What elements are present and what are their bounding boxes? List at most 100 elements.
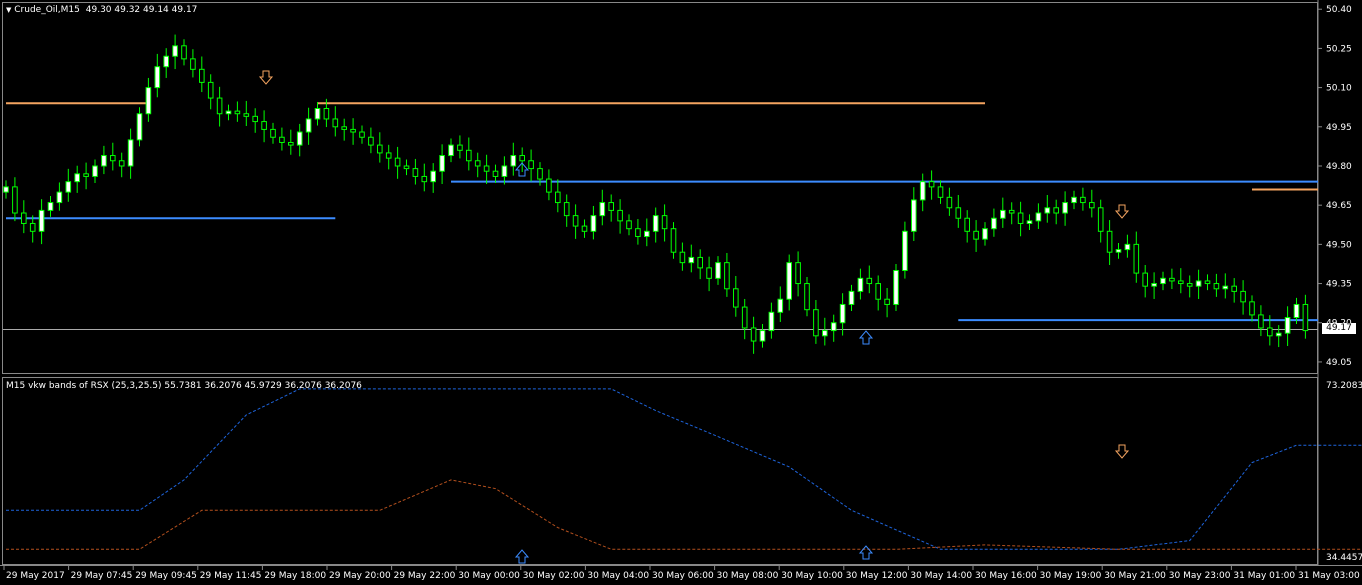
sell-arrow-icon [258, 70, 274, 85]
bull-candle [644, 230, 650, 238]
bear-candle [1249, 301, 1255, 316]
bull-candle [101, 155, 107, 167]
bear-candle [492, 170, 499, 177]
bear-candle [412, 168, 419, 177]
bear-candle [795, 262, 801, 285]
bull-candle [163, 55, 169, 68]
time-tick-label: 29 May 07:45 [71, 571, 133, 581]
indicator-label: M15 vkw bands of RSX (25,3,25.5) 55.7381… [6, 381, 362, 391]
bull-candle [1284, 317, 1291, 334]
bear-candle [670, 228, 677, 253]
bear-candle [866, 277, 873, 285]
bear-candle [403, 165, 410, 170]
symbol-label: Crude_Oil,M15 [14, 5, 80, 15]
price-tick-label: 49.95 [1326, 123, 1352, 133]
bear-candle [368, 136, 374, 146]
candlestick-series [3, 34, 1309, 354]
bear-candle [29, 222, 36, 232]
bear-candle [270, 128, 276, 138]
bull-candle [982, 228, 988, 240]
bull-candle [3, 186, 9, 193]
bear-candle [706, 267, 712, 279]
bull-candle [1275, 332, 1282, 337]
bull-candle [688, 256, 695, 264]
symbol-header[interactable]: ▼ Crude_Oil,M15 49.30 49.32 49.14 49.17 [6, 5, 197, 16]
bear-candle [181, 45, 187, 60]
current-price-tag: 49.17 [1322, 323, 1356, 334]
bear-candle [1267, 327, 1273, 337]
main-chart-frame [2, 2, 1318, 374]
bear-candle [466, 149, 472, 162]
bear-candle [813, 309, 819, 337]
time-tick-label: 30 May 23:00 [1169, 571, 1231, 581]
bear-candle [199, 68, 205, 83]
level-lines [6, 102, 1318, 322]
bull-candle [1151, 283, 1157, 287]
bear-candle [394, 157, 401, 167]
bear-candle [626, 220, 632, 230]
bear-candle [608, 202, 615, 211]
bull-candle [38, 209, 45, 232]
bear-candle [928, 181, 935, 188]
upper-band-line [6, 388, 1362, 550]
bull-candle [830, 322, 837, 332]
bull-candle [296, 131, 303, 146]
bear-candle [884, 298, 890, 305]
bear-candle [635, 228, 641, 238]
bull-candle [439, 155, 445, 172]
bear-candle [1097, 207, 1104, 232]
bear-candle [697, 256, 704, 269]
bear-candle [118, 160, 125, 167]
bull-candle [857, 277, 864, 292]
time-tick-label: 30 May 00:00 [458, 571, 520, 581]
bull-candle [1195, 280, 1202, 287]
time-tick-label: 30 May 02:00 [523, 571, 585, 581]
bear-candle [1169, 277, 1175, 282]
bull-candle [501, 165, 508, 177]
buy-arrow-icon [858, 545, 874, 560]
bull-candle [1160, 277, 1166, 285]
time-tick-label: 30 May 06:00 [652, 571, 714, 581]
bull-candle [448, 144, 454, 157]
bear-candle [1302, 303, 1309, 332]
chart-canvas[interactable]: 50.40 50.25 50.10 49.95 49.80 49.65 49.50 49.35… [0, 0, 1362, 585]
bull-candle [652, 215, 659, 232]
bear-candle [563, 202, 570, 217]
bull-candle [839, 303, 846, 324]
collapse-icon[interactable]: ▼ [6, 6, 11, 14]
bull-candle [599, 202, 606, 217]
bear-candle [457, 144, 463, 151]
bear-candle [243, 113, 250, 117]
indicator-axis-top: 73.2083 [1326, 381, 1362, 391]
bear-candle [537, 168, 543, 180]
bear-candle [581, 225, 588, 232]
bull-candle [759, 330, 766, 342]
bear-candle [12, 186, 18, 214]
bull-candle [225, 110, 232, 115]
bull-candle [919, 181, 926, 201]
time-tick-label: 30 May 08:00 [717, 571, 779, 581]
bull-candle [56, 191, 63, 204]
bull-candle [777, 298, 784, 313]
bear-candle [519, 155, 526, 162]
bear-candle [1106, 230, 1113, 253]
signal-arrows [258, 70, 1130, 564]
bear-candle [937, 186, 944, 198]
bull-candle [893, 269, 899, 305]
bull-candle [92, 165, 98, 177]
bear-candle [964, 217, 971, 232]
bull-candle [991, 217, 997, 230]
bear-candle [955, 207, 962, 219]
bear-candle [21, 212, 27, 224]
bear-candle [1133, 243, 1140, 274]
bear-candle [546, 178, 552, 193]
bear-candle [234, 110, 241, 115]
bull-candle [786, 262, 793, 300]
time-tick-label: 29 May 22:00 [394, 571, 456, 581]
bull-candle [911, 199, 917, 232]
bear-candle [261, 121, 267, 130]
bear-candle [733, 288, 739, 308]
bear-candle [323, 108, 330, 120]
sell-arrow-icon [1114, 444, 1130, 459]
price-tick-label: 50.25 [1326, 44, 1352, 54]
